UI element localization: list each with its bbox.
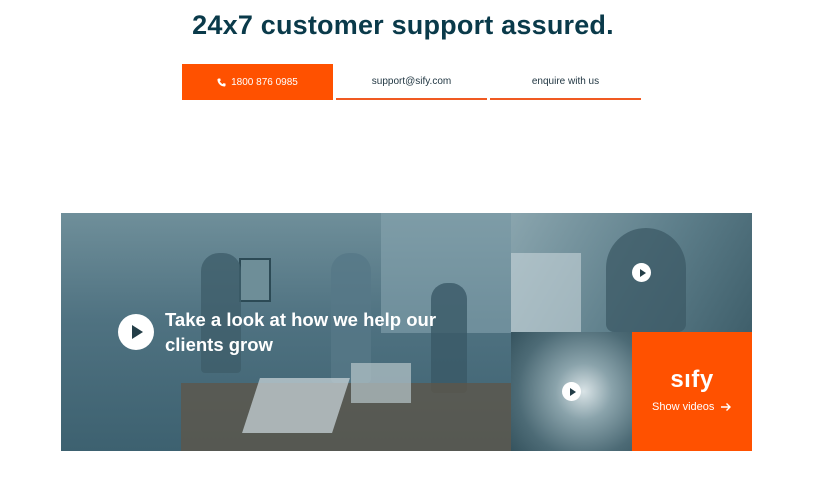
play-icon xyxy=(639,268,646,277)
featured-video-title: Take a look at how we help our clients g… xyxy=(165,309,437,355)
arrow-right-icon xyxy=(721,403,732,411)
play-icon xyxy=(132,325,143,339)
video-gallery: Take a look at how we help our clients g… xyxy=(61,213,752,451)
show-videos-label: Show videos xyxy=(652,401,715,413)
brand-tile[interactable]: sıfy Show videos xyxy=(632,332,752,451)
phone-button[interactable]: 1800 876 0985 xyxy=(182,64,333,100)
show-videos-link[interactable]: Show videos xyxy=(652,401,732,413)
background-wall-frame xyxy=(239,258,271,302)
contact-options: 1800 876 0985 support@sify.com enquire w… xyxy=(182,64,642,101)
page-heading: 24x7 customer support assured. xyxy=(192,10,614,40)
play-button[interactable] xyxy=(118,314,154,350)
play-icon xyxy=(569,387,576,396)
email-link[interactable]: support@sify.com xyxy=(336,64,487,100)
laptop-screen xyxy=(511,253,581,332)
play-button[interactable] xyxy=(562,382,581,401)
featured-video-tile[interactable]: Take a look at how we help our clients g… xyxy=(61,213,511,451)
sify-logo: sıfy xyxy=(670,366,714,393)
meeting-table xyxy=(181,383,511,451)
video-tile-tunnel[interactable] xyxy=(511,332,632,451)
email-label: support@sify.com xyxy=(371,75,452,87)
enquire-label: enquire with us xyxy=(531,75,600,87)
phone-number: 1800 876 0985 xyxy=(231,76,298,88)
enquire-link[interactable]: enquire with us xyxy=(490,64,641,100)
play-button[interactable] xyxy=(632,263,651,282)
laptop xyxy=(351,363,411,403)
video-tile-developer[interactable] xyxy=(511,213,752,332)
laptop xyxy=(242,378,350,433)
phone-icon xyxy=(217,77,226,87)
